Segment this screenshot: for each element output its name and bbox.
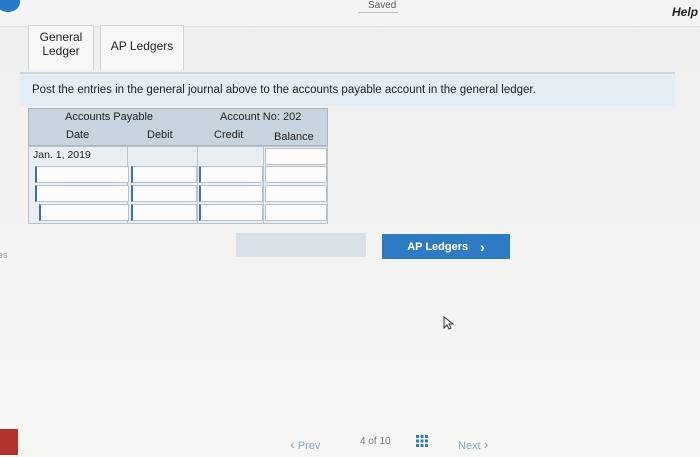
balance-input[interactable] bbox=[265, 185, 327, 202]
column-divider bbox=[263, 147, 264, 223]
debit-input[interactable] bbox=[131, 185, 197, 202]
tab-label: AP Ledgers bbox=[110, 39, 174, 53]
column-date: Date bbox=[66, 129, 90, 141]
saved-status: Saved bbox=[368, 0, 397, 11]
info-icon[interactable] bbox=[0, 0, 20, 12]
app-badge bbox=[0, 429, 18, 455]
account-title: Accounts Payable bbox=[65, 111, 154, 123]
ap-ledgers-button-label: AP Ledgers bbox=[407, 240, 469, 253]
footer-nav: ‹ Prev 4 of 10 Next › bbox=[0, 430, 700, 457]
prev-label: Prev bbox=[297, 440, 321, 452]
tab-label-line1: General bbox=[39, 30, 83, 44]
date-input[interactable] bbox=[35, 185, 129, 202]
prev-button[interactable]: ‹ Prev bbox=[290, 436, 320, 452]
date-input[interactable] bbox=[35, 166, 129, 183]
ledger-body: Jan. 1, 2019 bbox=[28, 146, 328, 224]
page-indicator: 4 of 10 bbox=[360, 436, 391, 447]
tab-label-line2: Ledger bbox=[42, 44, 80, 58]
chevron-right-icon: › bbox=[480, 238, 485, 255]
date-cell-jan-1: Jan. 1, 2019 bbox=[33, 149, 91, 161]
balance-input[interactable] bbox=[265, 166, 327, 183]
credit-input[interactable] bbox=[199, 204, 263, 221]
ap-ledgers-button[interactable]: AP Ledgers › bbox=[382, 234, 510, 259]
balance-input[interactable] bbox=[265, 204, 327, 221]
mouse-cursor-icon bbox=[443, 316, 455, 330]
column-balance: Balance bbox=[274, 131, 314, 143]
ledger-header: Accounts Payable Account No: 202 Date De… bbox=[28, 108, 328, 146]
column-debit: Debit bbox=[147, 129, 173, 141]
grid-icon[interactable] bbox=[416, 435, 428, 447]
date-input[interactable] bbox=[39, 204, 129, 221]
side-label: es bbox=[0, 250, 8, 260]
saved-divider bbox=[358, 12, 398, 13]
account-number: Account No: 202 bbox=[220, 111, 302, 123]
column-credit: Credit bbox=[214, 129, 244, 141]
instruction-text: Post the entries in the general journal … bbox=[32, 84, 536, 96]
debit-input[interactable] bbox=[131, 204, 197, 221]
column-divider bbox=[197, 147, 198, 223]
top-bar: Saved Help bbox=[0, 0, 700, 27]
next-button[interactable]: Next › bbox=[458, 436, 488, 452]
general-ledger-button-disabled bbox=[236, 233, 366, 257]
balance-input[interactable] bbox=[265, 148, 327, 165]
instruction-bar: Post the entries in the general journal … bbox=[20, 72, 675, 106]
debit-input[interactable] bbox=[131, 166, 197, 183]
help-link[interactable]: Help bbox=[672, 5, 698, 19]
credit-input[interactable] bbox=[199, 166, 263, 183]
tab-general-ledger[interactable]: General Ledger bbox=[28, 25, 94, 70]
next-label: Next bbox=[458, 440, 481, 452]
chevron-left-icon: ‹ bbox=[290, 436, 295, 452]
chevron-right-icon: › bbox=[483, 436, 489, 452]
tab-ap-ledgers[interactable]: AP Ledgers bbox=[100, 25, 184, 70]
credit-input[interactable] bbox=[199, 185, 263, 202]
